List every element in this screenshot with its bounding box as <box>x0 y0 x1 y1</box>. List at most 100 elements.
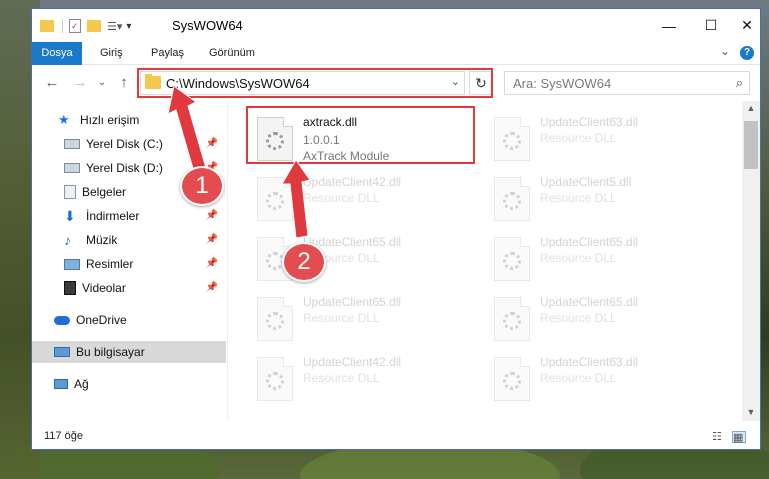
file-type: Resource DLL <box>540 371 617 385</box>
gear-icon <box>503 132 521 150</box>
back-button[interactable]: ← <box>42 74 62 92</box>
file-item[interactable]: UpdateClient65.dll Resource DLL <box>486 291 716 347</box>
sidebar-item-onedrive[interactable]: OneDrive <box>32 309 226 331</box>
properties-icon[interactable]: ✓ <box>69 19 81 33</box>
divider <box>62 19 63 33</box>
sidebar-item-label: Hızlı erişim <box>80 113 140 127</box>
chevron-down-icon[interactable]: ▾ <box>126 21 131 32</box>
minimize-button[interactable]: — <box>646 9 692 42</box>
scroll-thumb[interactable] <box>744 121 758 169</box>
folder-icon <box>145 74 161 89</box>
dll-file-icon <box>494 297 530 341</box>
file-item[interactable]: UpdateClient63.dll Resource DLL <box>486 111 716 167</box>
address-path[interactable]: C:\Windows\SysWOW64 <box>166 76 310 91</box>
file-type: Resource DLL <box>540 191 617 205</box>
sidebar-item-label: Resimler <box>86 257 134 271</box>
tiles-view-icon[interactable]: ▦ <box>732 431 746 444</box>
file-name: UpdateClient65.dll <box>303 295 402 309</box>
close-button[interactable]: ✕ <box>724 9 760 42</box>
sidebar-item-disk-c[interactable]: Yerel Disk (C:) 📌 <box>32 133 226 155</box>
tab-home[interactable]: Giriş <box>88 42 135 65</box>
explorer-window: ✓ ☰▾ ▾ SysWOW64 — ☐ ✕ Dosya Giriş Paylaş… <box>31 8 761 450</box>
quick-access-toolbar: ✓ ☰▾ ▾ <box>40 17 131 35</box>
ribbon-tabs: Dosya Giriş Paylaş Görünüm ⌄ ? <box>32 42 760 98</box>
file-name: UpdateClient42.dll <box>303 175 402 189</box>
network-icon <box>54 379 68 389</box>
star-icon: ★ <box>58 112 70 127</box>
file-name: axtrack.dll <box>303 115 358 129</box>
gear-icon <box>503 192 521 210</box>
help-icon[interactable]: ? <box>740 46 754 60</box>
sidebar-item-network[interactable]: Ağ <box>32 373 226 395</box>
vertical-scrollbar[interactable]: ▲ ▼ <box>742 101 760 421</box>
search-input[interactable]: Ara: SysWOW64 <box>513 76 611 91</box>
file-item-axtrack[interactable]: axtrack.dll 1.0.0.1 AxTrack Module <box>249 111 479 167</box>
cloud-icon <box>54 315 70 325</box>
forward-button[interactable]: → <box>70 74 90 92</box>
refresh-button[interactable]: ↻ <box>469 71 493 95</box>
dll-file-icon <box>494 177 530 221</box>
dll-file-icon <box>494 117 530 161</box>
sidebar-item-quick-access[interactable]: ★ Hızlı erişim <box>32 109 226 131</box>
expand-ribbon-icon[interactable]: ⌄ <box>720 44 730 58</box>
file-item[interactable]: UpdateClient65.dll Resource DLL <box>486 231 716 287</box>
file-type: Resource DLL <box>303 191 380 205</box>
scroll-down-icon[interactable]: ▼ <box>742 407 760 417</box>
dll-file-icon <box>257 357 293 401</box>
gear-icon <box>503 312 521 330</box>
file-name: UpdateClient42.dll <box>303 355 402 369</box>
file-type: Resource DLL <box>540 311 617 325</box>
window-title: SysWOW64 <box>172 18 243 33</box>
address-bar[interactable]: C:\Windows\SysWOW64 ⌄ <box>140 71 465 95</box>
sidebar-item-label: Ağ <box>74 377 89 391</box>
file-name: UpdateClient63.dll <box>540 355 639 369</box>
step-2-badge: 2 <box>282 242 326 282</box>
up-button[interactable]: ↑ <box>114 74 134 92</box>
sidebar-item-label: Belgeler <box>82 185 127 199</box>
dll-file-icon <box>494 357 530 401</box>
gear-icon <box>503 372 521 390</box>
dll-file-icon <box>257 297 293 341</box>
drive-icon <box>64 163 80 173</box>
search-box[interactable]: Ara: SysWOW64 ⌕ <box>504 71 750 95</box>
sidebar-item-this-pc[interactable]: Bu bilgisayar <box>32 341 226 363</box>
computer-icon <box>54 347 70 357</box>
sidebar-item-videos[interactable]: Videolar 📌 <box>32 277 226 299</box>
sidebar-item-label: İndirmeler <box>86 209 140 223</box>
tab-share[interactable]: Paylaş <box>139 42 196 65</box>
gear-icon <box>266 192 284 210</box>
sidebar-item-label: Yerel Disk (D:) <box>86 161 163 175</box>
title-bar: ✓ ☰▾ ▾ SysWOW64 — ☐ ✕ <box>32 9 760 42</box>
search-icon: ⌕ <box>735 75 743 90</box>
scroll-up-icon[interactable]: ▲ <box>742 103 760 113</box>
chevron-down-icon[interactable]: ⌄ <box>451 75 460 88</box>
file-type: Resource DLL <box>540 131 617 145</box>
sidebar-item-downloads[interactable]: ⬇ İndirmeler 📌 <box>32 205 226 227</box>
file-item[interactable]: UpdateClient63.dll Resource DLL <box>486 351 716 407</box>
new-folder-icon[interactable] <box>87 20 101 32</box>
file-type: Resource DLL <box>303 311 380 325</box>
customize-toolbar-icon[interactable]: ☰▾ <box>107 20 122 33</box>
recent-locations-button[interactable]: ⌄ <box>92 74 112 92</box>
file-type: Resource DLL <box>303 371 380 385</box>
details-view-icon[interactable]: ☷ <box>712 431 726 443</box>
pin-icon: 📌 <box>205 210 218 221</box>
dll-file-icon <box>257 177 293 221</box>
file-item[interactable]: UpdateClient42.dll Resource DLL <box>249 171 479 227</box>
file-name: UpdateClient5.dll <box>540 175 632 189</box>
sidebar-item-pictures[interactable]: Resimler 📌 <box>32 253 226 275</box>
file-item[interactable]: UpdateClient5.dll Resource DLL <box>486 171 716 227</box>
file-name: UpdateClient63.dll <box>540 115 639 129</box>
dll-file-icon <box>257 117 293 161</box>
tab-view[interactable]: Görünüm <box>197 42 267 65</box>
sidebar-item-music[interactable]: ♪ Müzik 📌 <box>32 229 226 251</box>
music-icon: ♪ <box>64 232 71 248</box>
sidebar-item-label: Bu bilgisayar <box>76 345 145 359</box>
sidebar-item-label: Videolar <box>82 281 126 295</box>
sidebar-item-label: Yerel Disk (C:) <box>86 137 163 151</box>
folder-icon <box>40 20 54 32</box>
file-item[interactable]: UpdateClient65.dll Resource DLL <box>249 291 479 347</box>
file-item[interactable]: UpdateClient42.dll Resource DLL <box>249 351 479 407</box>
drive-icon <box>64 139 80 149</box>
file-type: Resource DLL <box>540 251 617 265</box>
